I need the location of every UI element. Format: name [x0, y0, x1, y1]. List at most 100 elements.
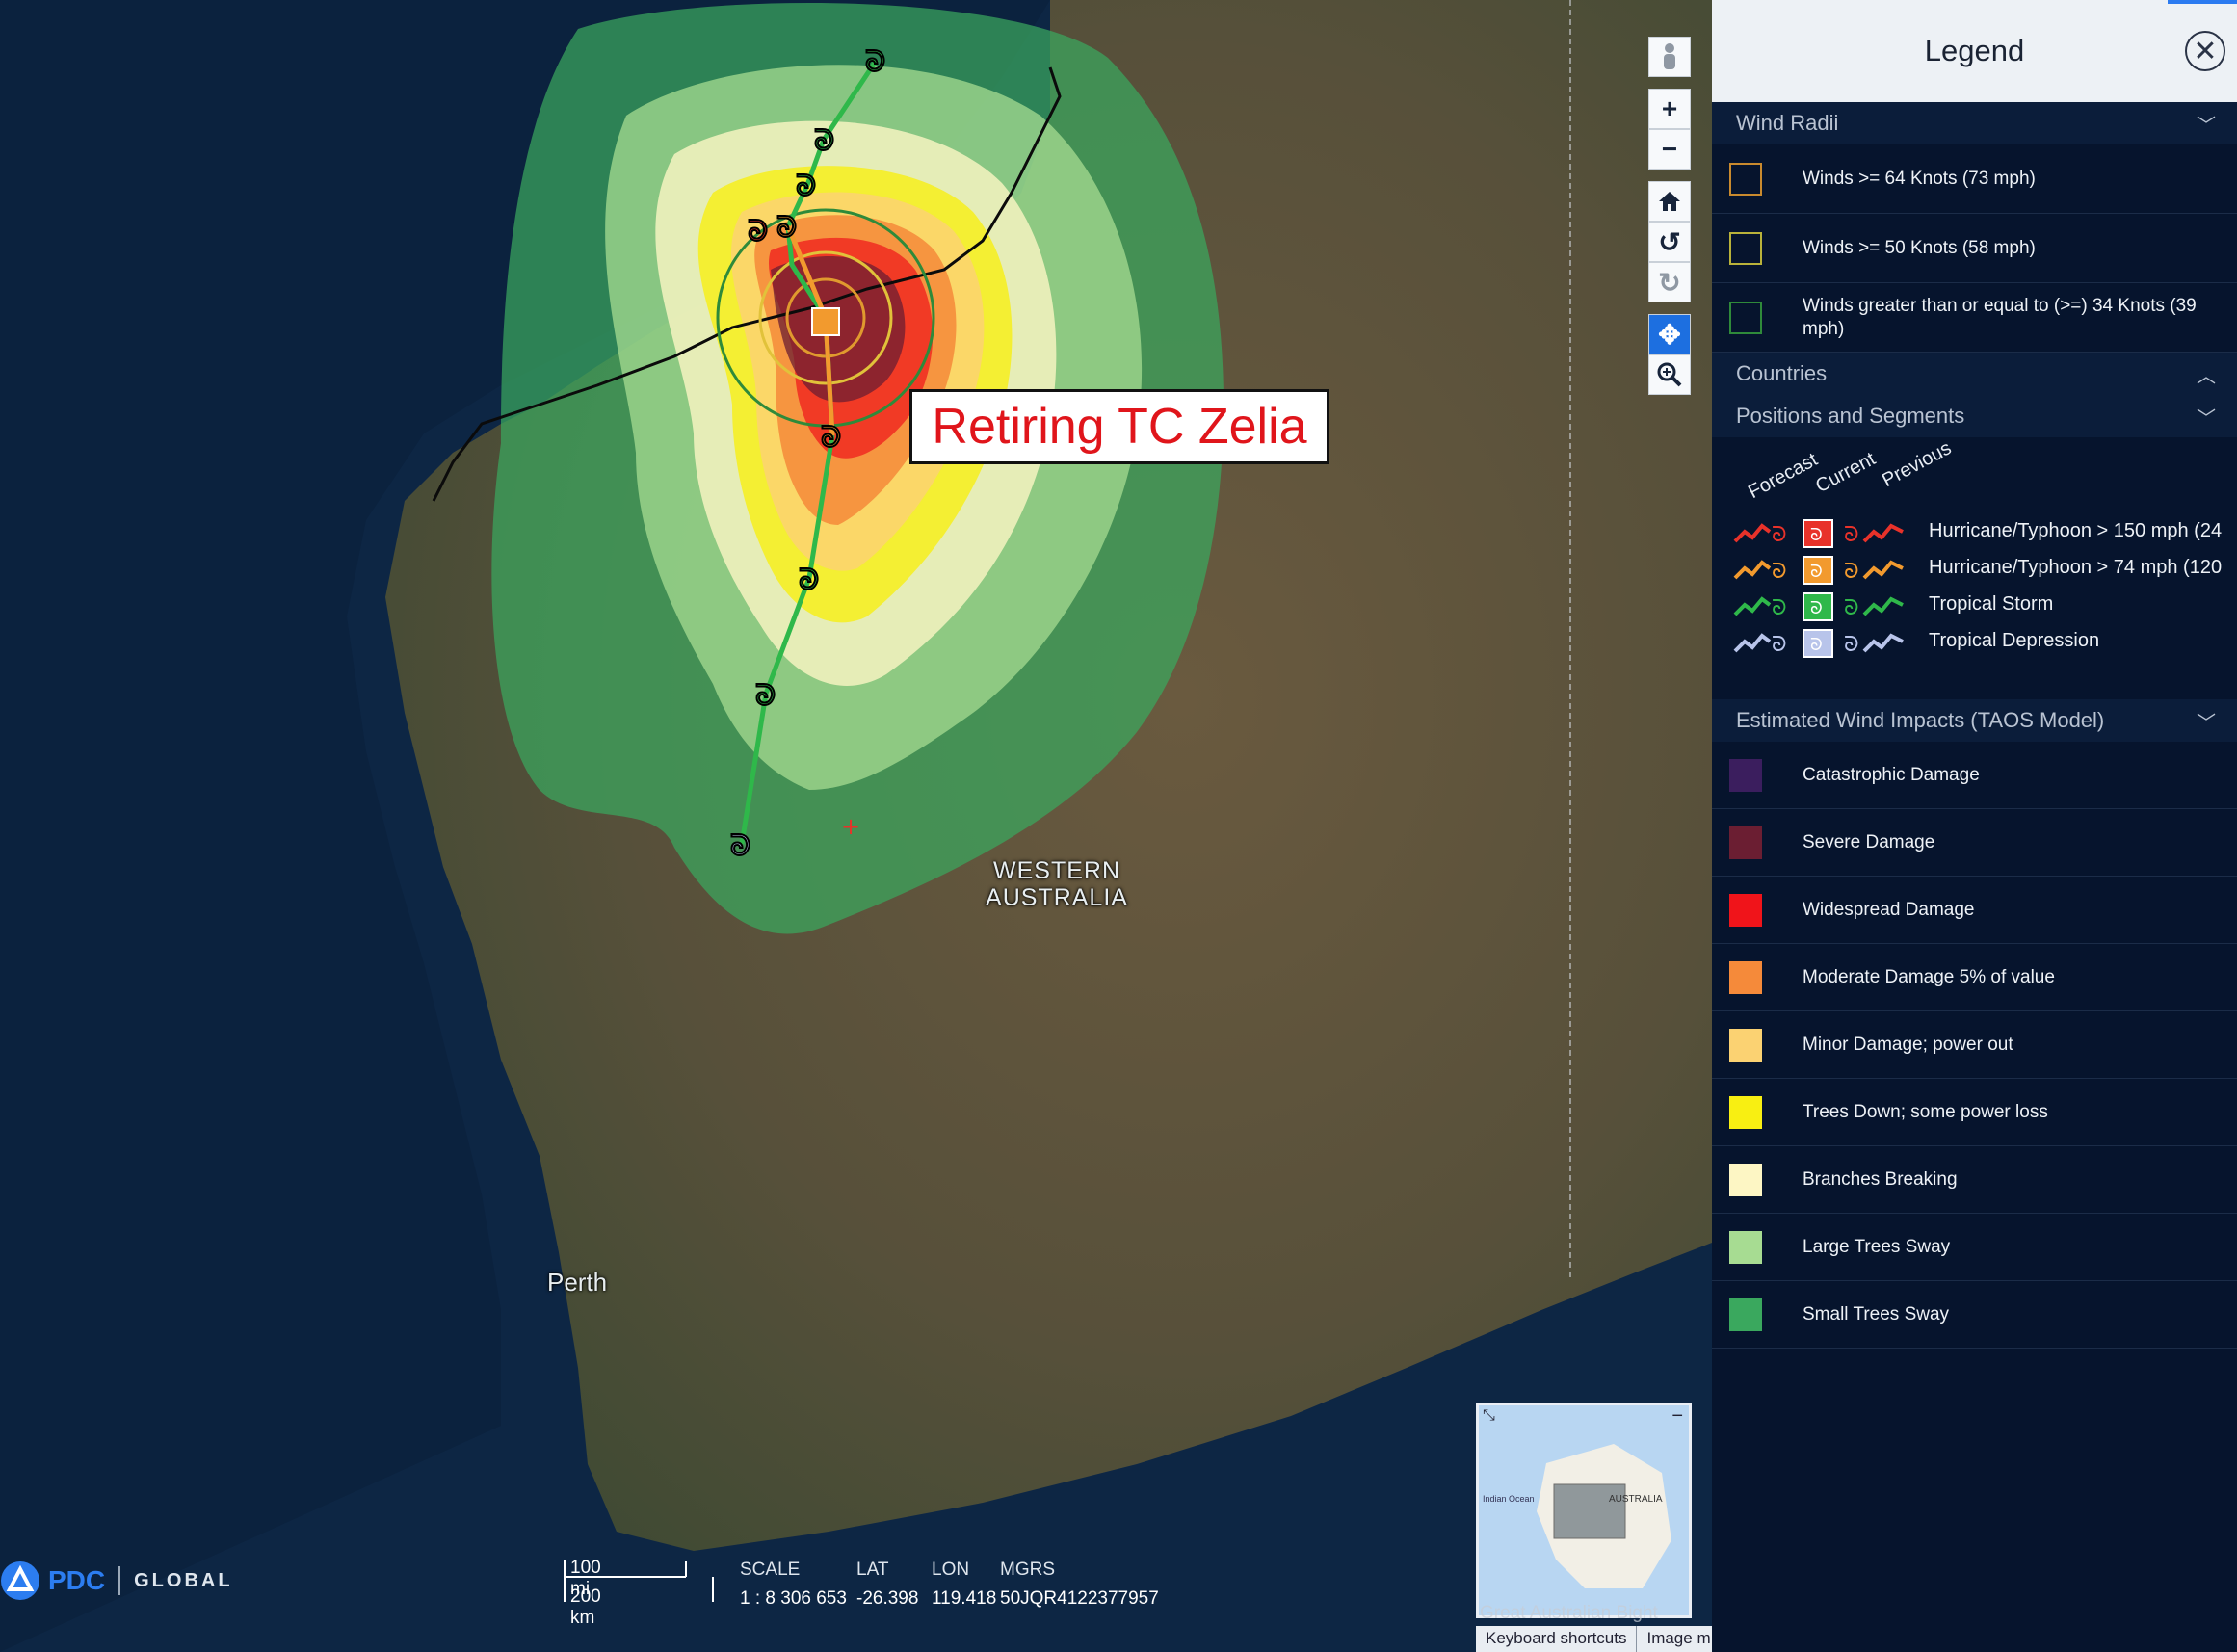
readout-label: SCALE	[740, 1560, 801, 1580]
legend-title: Legend	[1924, 34, 2025, 67]
section-countries[interactable]: Countries ︿	[1712, 353, 2237, 395]
readout-value: -26.398	[856, 1588, 919, 1609]
lat-readout: LAT -26.398	[856, 1556, 918, 1613]
rotate-right-icon[interactable]: ↻	[1648, 262, 1691, 302]
map-toolbar: + − ↺ ↻ ✥	[1648, 37, 1691, 395]
mgrs-readout: MGRS 50JQR4122377957	[1000, 1556, 1159, 1613]
storm-position-icon[interactable]: ᘐ	[776, 211, 798, 246]
storm-category-symbols: ᘐᘐᘐ	[1733, 556, 1904, 585]
legend-item-label: Catastrophic Damage	[1803, 764, 1980, 785]
place-label-western-australia: WESTERN AUSTRALIA	[975, 857, 1139, 911]
legend-swatch	[1729, 758, 1762, 792]
svg-text:ᘐ: ᘐ	[1772, 560, 1787, 584]
pdc-logo-icon	[1, 1561, 39, 1600]
svg-text:ᘐ: ᘐ	[1772, 633, 1787, 657]
storm-position-icon[interactable]: ᘐ	[796, 170, 817, 204]
zoom-out-icon[interactable]: −	[1648, 129, 1691, 170]
legend-swatch	[1729, 162, 1762, 196]
home-icon[interactable]	[1648, 181, 1691, 222]
legend-item-label: Severe Damage	[1803, 831, 1935, 852]
storm-position-icon[interactable]: ᘐ	[821, 421, 842, 456]
zoom-region-icon[interactable]	[1648, 354, 1691, 395]
keyboard-shortcuts-link[interactable]: Keyboard shortcuts	[1476, 1626, 1638, 1652]
impact-item: Large Trees Sway	[1712, 1214, 2237, 1281]
svg-text:ᘐ: ᘐ	[1810, 635, 1823, 655]
legend-swatch	[1729, 826, 1762, 859]
section-heading: Positions and Segments	[1736, 404, 1965, 428]
legend-swatch	[1729, 1095, 1762, 1129]
storm-position-icon[interactable]: ᘐ	[799, 564, 820, 598]
section-wind-radii[interactable]: Wind Radii ﹀	[1712, 102, 2237, 144]
impact-item: Branches Breaking	[1712, 1146, 2237, 1214]
storm-position-icon[interactable]: ᘐ	[748, 215, 769, 249]
place-label-line: WESTERN	[993, 857, 1120, 884]
impact-item: Moderate Damage 5% of value	[1712, 944, 2237, 1011]
pan-icon[interactable]: ✥	[1648, 314, 1691, 354]
legend-item-label: Minor Damage; power out	[1803, 1034, 2013, 1055]
close-icon[interactable]: ✕	[2185, 31, 2225, 71]
legend-item-label: Tropical Storm	[1929, 593, 2054, 615]
pegman-icon[interactable]	[1648, 37, 1691, 77]
svg-text:ᘐ: ᘐ	[1844, 596, 1859, 620]
map-view[interactable]: ᘐ ᘐ ᘐ ᘐ ᘐ ᘐ ᘐ ᘐ ᘐ + Retiring TC Zelia WE…	[0, 0, 1712, 1652]
storm-category-symbols: ᘐᘐᘐ	[1733, 592, 1904, 621]
svg-text:ᘐ: ᘐ	[1844, 560, 1859, 584]
legend-item-label: Tropical Depression	[1929, 630, 2100, 651]
legend-item-label: Winds >= 50 Knots (58 mph)	[1803, 237, 2036, 258]
current-position-marker[interactable]	[811, 307, 840, 336]
minimap-ocean-label: Indian Ocean	[1483, 1494, 1535, 1504]
storm-position-icon[interactable]: ᘐ	[814, 124, 835, 159]
cross-marker: +	[841, 813, 860, 840]
position-legend-row: ᘐ ᘐ ᘐ Hurricane/Typhoon > 74 mph (120	[1712, 553, 2237, 586]
rotate-left-icon[interactable]: ↺	[1648, 222, 1691, 262]
readout-value: 50JQR4122377957	[1000, 1588, 1159, 1609]
section-heading: Countries	[1736, 361, 1828, 385]
zoom-in-icon[interactable]: +	[1648, 89, 1691, 129]
minimap-label: AUSTRALIA	[1609, 1494, 1663, 1505]
section-positions-segments[interactable]: Positions and Segments ﹀	[1712, 395, 2237, 437]
legend-swatch	[1729, 301, 1762, 334]
storm-position-icon[interactable]: ᘐ	[865, 45, 886, 80]
place-label-perth: Perth	[547, 1268, 608, 1297]
legend-swatch	[1729, 1163, 1762, 1196]
bight-label: Great Australian Bight	[1480, 1603, 1658, 1623]
overview-minimap[interactable]: AUSTRALIA Indian Ocean ⤡ −	[1476, 1403, 1692, 1618]
loading-indicator	[2168, 0, 2237, 4]
legend-item-label: Winds greater than or equal to (>=) 34 K…	[1803, 295, 2197, 339]
position-legend-row: ᘐ ᘐ ᘐ Hurricane/Typhoon > 150 mph (24	[1712, 516, 2237, 549]
impact-item: Widespread Damage	[1712, 877, 2237, 944]
legend-item-label: Moderate Damage 5% of value	[1803, 966, 2055, 987]
impact-item: Trees Down; some power loss	[1712, 1079, 2237, 1146]
map-basemap: ᘐ ᘐ ᘐ ᘐ ᘐ ᘐ ᘐ ᘐ ᘐ +	[0, 0, 1712, 1652]
legend-swatch	[1729, 1298, 1762, 1331]
chevron-down-icon: ﹀	[2197, 115, 2216, 137]
legend-item-label: Small Trees Sway	[1803, 1303, 1950, 1324]
storm-category-symbols: ᘐᘐᘐ	[1733, 629, 1904, 658]
storm-position-icon[interactable]: ᘐ	[755, 679, 776, 714]
impact-item: Severe Damage	[1712, 809, 2237, 877]
legend-item-label: Hurricane/Typhoon > 150 mph (24	[1929, 520, 2223, 541]
legend-swatch	[1729, 893, 1762, 927]
storm-position-icon[interactable]: ᘐ	[730, 829, 751, 864]
legend-item-label: Winds >= 64 Knots (73 mph)	[1803, 168, 2036, 189]
section-wind-impacts[interactable]: Estimated Wind Impacts (TAOS Model) ﹀	[1712, 699, 2237, 742]
impact-item: Small Trees Sway	[1712, 1281, 2237, 1349]
minimap-expand-icon[interactable]: ⤡	[1483, 1407, 1495, 1425]
column-header-forecast: Forecast	[1745, 449, 1822, 504]
legend-item-label: Large Trees Sway	[1803, 1236, 1951, 1257]
pdc-global-text: GLOBAL	[134, 1569, 233, 1591]
legend-item-label: Hurricane/Typhoon > 74 mph (120	[1929, 557, 2223, 578]
legend-panel: Legend ✕ Wind Radii ﹀ Winds >= 64 Knots …	[1712, 0, 2237, 1652]
wind-radii-item: Winds >= 50 Knots (58 mph)	[1712, 214, 2237, 283]
imagery-link[interactable]: Image m	[1637, 1626, 1712, 1652]
lon-readout: LON 119.418	[932, 1556, 996, 1613]
chevron-down-icon: ﹀	[2197, 712, 2216, 734]
legend-header: Legend ✕	[1712, 0, 2237, 102]
column-header-current: Current	[1812, 448, 1880, 498]
svg-text:ᘐ: ᘐ	[1772, 523, 1787, 547]
chevron-down-icon: ﹀	[2197, 407, 2216, 430]
minimap-collapse-icon[interactable]: −	[1671, 1405, 1683, 1428]
svg-text:ᘐ: ᘐ	[1810, 562, 1823, 582]
attribution-bar: Keyboard shortcuts Image m	[1476, 1626, 1712, 1652]
wind-radii-item: Winds >= 64 Knots (73 mph)	[1712, 144, 2237, 214]
